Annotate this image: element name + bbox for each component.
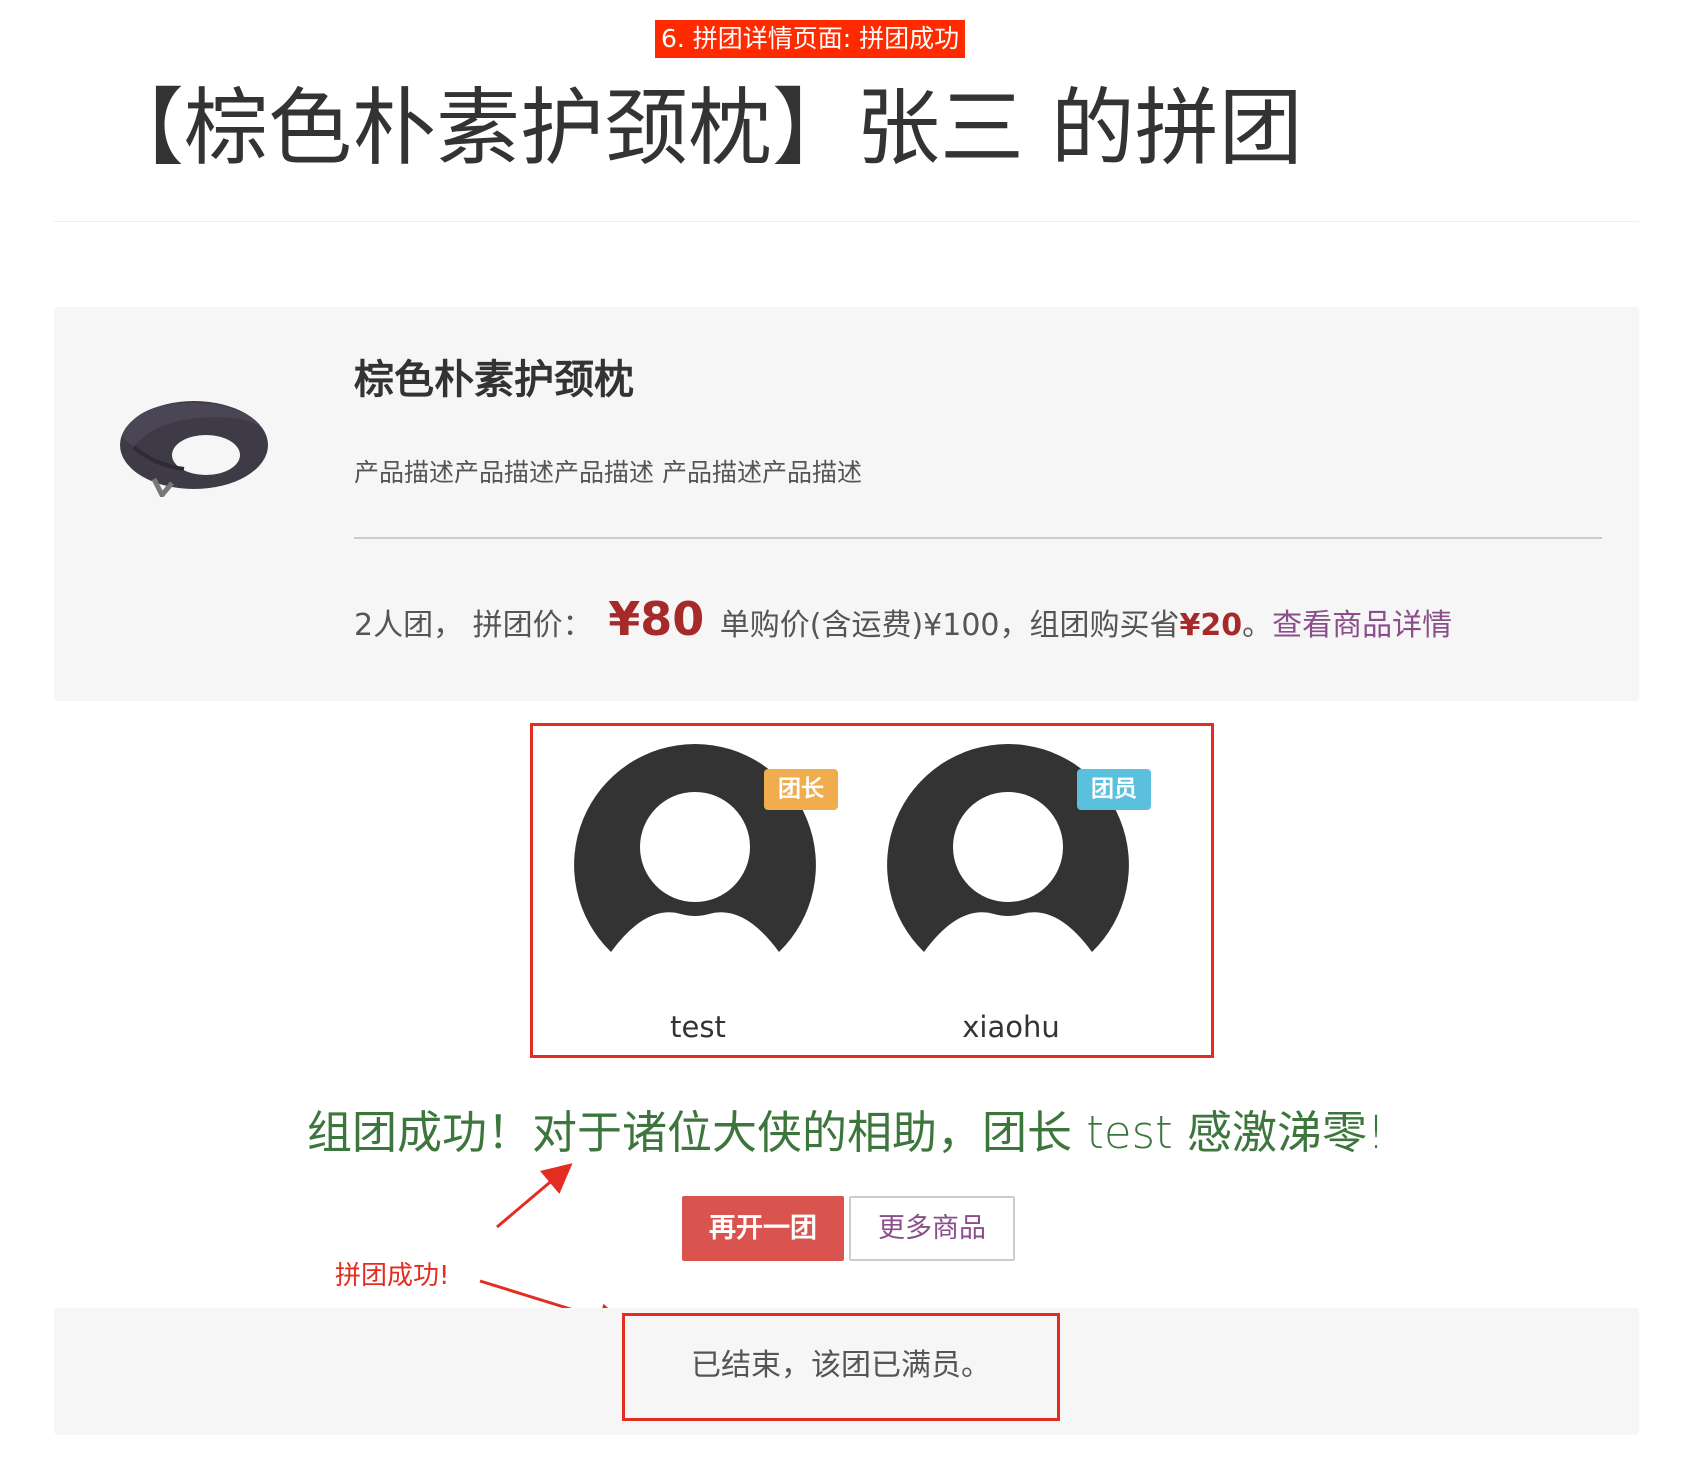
member-card: 团长 test xyxy=(568,744,838,1044)
status-highlight-box: 已结束，该团已满员。 xyxy=(622,1313,1060,1421)
product-divider xyxy=(354,537,1602,539)
member-badge: 团员 xyxy=(1077,769,1151,810)
group-success-message: 组团成功！对于诸位大侠的相助，团长 test 感激涕零! xyxy=(306,1106,1386,1159)
price-line: 2人团， 拼团价： ¥80 单购价(含运费)¥100，组团购买省¥20。查看商品… xyxy=(354,594,1452,651)
group-members-box: 团长 test 团员 xiaohu xyxy=(530,723,1214,1058)
product-card: 棕色朴素护颈枕 产品描述产品描述产品描述 产品描述产品描述 2人团， 拼团价： … xyxy=(54,307,1639,701)
group-size: 2人团， xyxy=(354,608,464,643)
view-product-detail-link[interactable]: 查看商品详情 xyxy=(1272,608,1452,643)
group-price: ¥80 xyxy=(608,592,705,646)
saving-amount: ¥20 xyxy=(1179,608,1243,643)
title-divider xyxy=(54,221,1639,222)
product-name: 棕色朴素护颈枕 xyxy=(354,357,634,403)
member-name: test xyxy=(670,1010,726,1044)
group-price-label: 拼团价： xyxy=(472,608,593,643)
product-image xyxy=(120,401,268,497)
product-description: 产品描述产品描述产品描述 产品描述产品描述 xyxy=(354,458,862,487)
leader-badge: 团长 xyxy=(764,769,838,810)
page-title: 【棕色朴素护颈枕】张三 的拼团 xyxy=(100,79,1303,177)
more-products-button[interactable]: 更多商品 xyxy=(849,1196,1015,1261)
annotation-note: 拼团成功! xyxy=(335,1261,450,1291)
member-card: 团员 xiaohu xyxy=(881,744,1151,1044)
member-name: xiaohu xyxy=(962,1010,1060,1044)
step-annotation-label: 6. 拼团详情页面: 拼团成功 xyxy=(655,20,966,58)
saving-suffix: 。 xyxy=(1242,608,1273,643)
reopen-group-button[interactable]: 再开一团 xyxy=(682,1196,844,1261)
single-price-text: 单购价(含运费)¥100，组团购买省 xyxy=(719,608,1180,643)
status-text: 已结束，该团已满员。 xyxy=(691,1348,991,1383)
